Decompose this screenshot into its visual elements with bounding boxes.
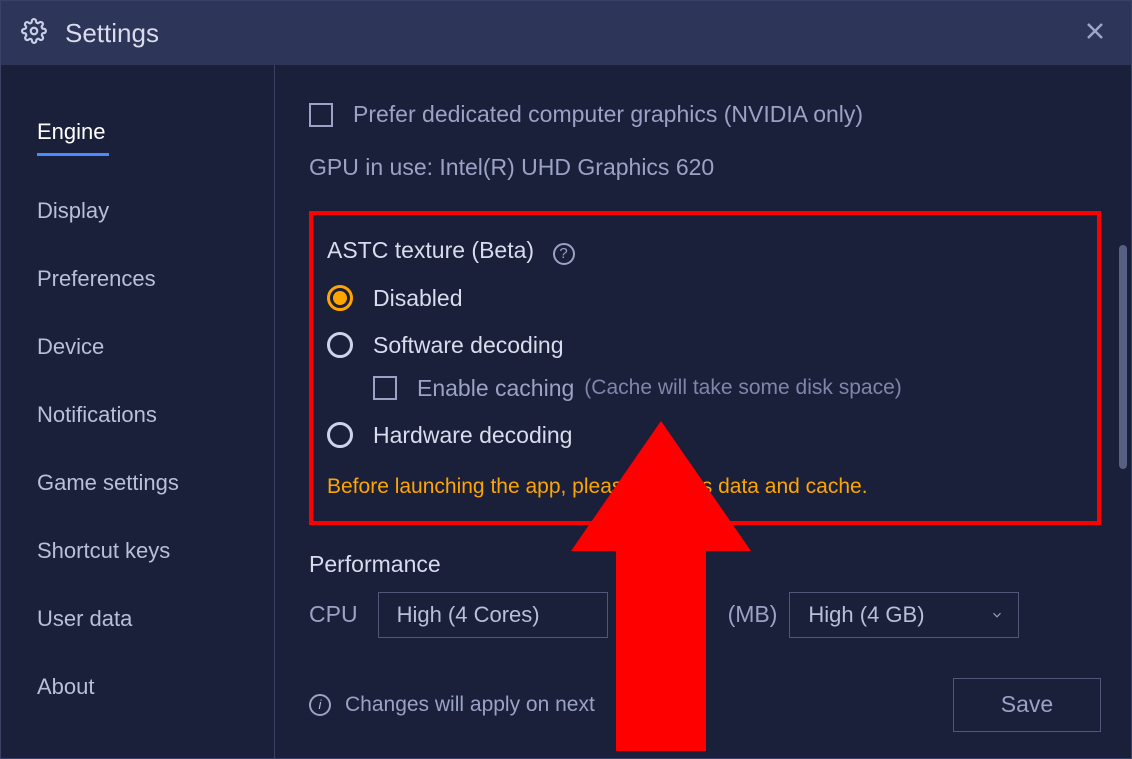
sidebar-item-label: Shortcut keys xyxy=(37,538,170,563)
sidebar-item-preferences[interactable]: Preferences xyxy=(1,252,274,306)
sidebar-item-label: Notifications xyxy=(37,402,157,427)
astc-hardware-label: Hardware decoding xyxy=(373,422,572,449)
window-title: Settings xyxy=(65,18,159,49)
astc-section-title: ASTC texture (Beta) xyxy=(327,237,534,263)
memory-select[interactable]: High (4 GB) xyxy=(789,592,1019,638)
sidebar-item-label: Engine xyxy=(37,119,106,144)
enable-caching-hint: (Cache will take some disk space) xyxy=(584,376,901,400)
save-button-label: Save xyxy=(1001,691,1053,718)
astc-software-label: Software decoding xyxy=(373,332,564,359)
prefer-dedicated-row: Prefer dedicated computer graphics (NVID… xyxy=(309,101,1101,128)
performance-row: CPU High (4 Cores) (MB) High (4 GB) xyxy=(309,592,1101,638)
gear-icon xyxy=(21,18,47,49)
cpu-label: CPU xyxy=(309,601,358,628)
enable-caching-label: Enable caching xyxy=(417,375,574,402)
scrollbar-thumb[interactable] xyxy=(1119,245,1127,469)
prefer-dedicated-label: Prefer dedicated computer graphics (NVID… xyxy=(353,101,863,128)
astc-disabled-label: Disabled xyxy=(373,285,463,312)
performance-title: Performance xyxy=(309,551,1101,578)
astc-highlight-box: ASTC texture (Beta) ? Disabled Software … xyxy=(309,211,1101,525)
info-text: Changes will apply on next xyxy=(345,693,595,717)
sidebar-item-label: Display xyxy=(37,198,109,223)
memory-select-value: High (4 GB) xyxy=(808,602,924,628)
astc-hardware-row: Hardware decoding xyxy=(327,422,1083,449)
sidebar-item-engine[interactable]: Engine xyxy=(1,105,274,170)
titlebar: Settings xyxy=(1,1,1131,65)
info-left: i Changes will apply on next xyxy=(309,693,595,717)
enable-caching-row: Enable caching (Cache will take some dis… xyxy=(373,375,1083,402)
astc-hardware-radio[interactable] xyxy=(327,422,353,448)
sidebar-item-label: Game settings xyxy=(37,470,179,495)
sidebar-item-notifications[interactable]: Notifications xyxy=(1,388,274,442)
astc-software-radio[interactable] xyxy=(327,332,353,358)
footer-row: i Changes will apply on next Save xyxy=(309,678,1101,732)
prefer-dedicated-checkbox[interactable] xyxy=(309,103,333,127)
help-icon[interactable]: ? xyxy=(553,243,575,265)
memory-label: (MB) xyxy=(728,601,778,628)
sidebar-item-label: Preferences xyxy=(37,266,156,291)
info-icon: i xyxy=(309,694,331,716)
sidebar-item-label: About xyxy=(37,674,95,699)
sidebar-item-display[interactable]: Display xyxy=(1,184,274,238)
content-panel: Prefer dedicated computer graphics (NVID… xyxy=(275,65,1131,758)
sidebar-item-label: User data xyxy=(37,606,132,631)
sidebar-item-game-settings[interactable]: Game settings xyxy=(1,456,274,510)
gpu-in-use-text: GPU in use: Intel(R) UHD Graphics 620 xyxy=(309,154,1101,181)
main-area: Engine Display Preferences Device Notifi… xyxy=(1,65,1131,758)
enable-caching-checkbox[interactable] xyxy=(373,376,397,400)
cpu-select-value: High (4 Cores) xyxy=(397,602,540,628)
save-button[interactable]: Save xyxy=(953,678,1101,732)
active-underline xyxy=(37,153,109,156)
close-button[interactable] xyxy=(1083,19,1107,48)
chevron-down-icon xyxy=(990,602,1004,628)
sidebar-item-shortcut-keys[interactable]: Shortcut keys xyxy=(1,524,274,578)
astc-warning-text: Before launching the app, please clear i… xyxy=(327,475,1083,499)
sidebar-item-device[interactable]: Device xyxy=(1,320,274,374)
sidebar-item-label: Device xyxy=(37,334,104,359)
cpu-select[interactable]: High (4 Cores) xyxy=(378,592,608,638)
sidebar-item-user-data[interactable]: User data xyxy=(1,592,274,646)
sidebar-item-about[interactable]: About xyxy=(1,660,274,714)
astc-software-row: Software decoding xyxy=(327,332,1083,359)
astc-disabled-radio[interactable] xyxy=(327,285,353,311)
sidebar: Engine Display Preferences Device Notifi… xyxy=(1,65,275,758)
astc-disabled-row: Disabled xyxy=(327,285,1083,312)
